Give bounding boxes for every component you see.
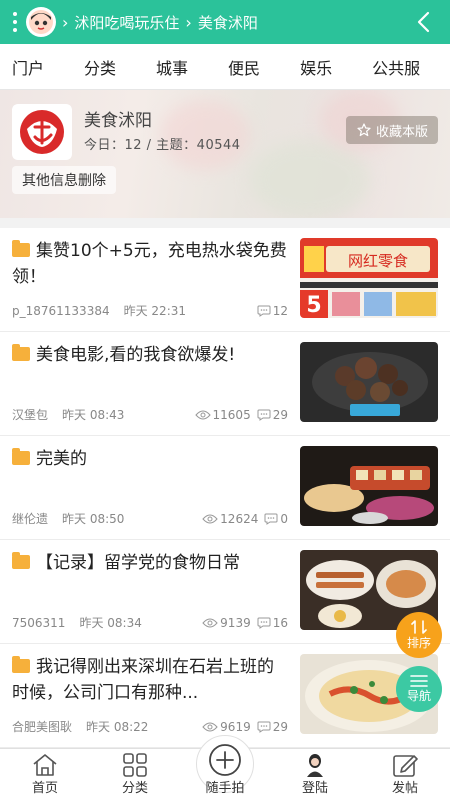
eye-icon [202, 618, 218, 627]
post-author: 7506311 [12, 615, 66, 630]
post-title[interactable]: 【记录】留学党的食物日常 [12, 550, 288, 576]
tab-public[interactable]: 公共服 [372, 55, 420, 79]
eye-icon [202, 722, 218, 731]
tab-service[interactable]: 便民 [228, 55, 260, 79]
nav-label: 登陆 [301, 781, 328, 796]
svg-text:5: 5 [306, 293, 321, 318]
post-title[interactable]: 美食电影,看的我食欲爆发! [12, 342, 288, 368]
eye-icon [194, 410, 211, 419]
nav-button[interactable]: 导航 [396, 666, 442, 712]
thumb-text: 网红零食 [348, 252, 408, 270]
post-time: 昨天 22:31 [123, 304, 187, 318]
post-thumbnail[interactable]: 网红零食 5 [300, 238, 438, 318]
eye-icon [202, 514, 218, 523]
post-author: 汉堡包 [12, 408, 49, 422]
view-count: 12624 [202, 512, 258, 526]
post-time: 昨天 08:34 [79, 616, 142, 630]
folder-icon [12, 656, 30, 673]
post-title[interactable]: 集赞10个+5元，充电热水袋免费领！ [12, 238, 288, 290]
comment-count: 29 [257, 408, 288, 422]
favorite-board-button[interactable]: 收藏本版 [345, 116, 438, 144]
comment-icon [264, 513, 278, 525]
edit-icon [393, 755, 418, 777]
post-author: 合肥美图耿 [12, 720, 73, 734]
view-count: 9139 [202, 616, 251, 630]
post-meta: 继伦遗 昨天 08:50 12624 0 [12, 510, 288, 527]
post-time: 昨天 08:50 [62, 512, 125, 526]
forum-stats: 今日：12 / 主题：40544 [84, 138, 241, 153]
folder-icon [12, 344, 30, 361]
list-item[interactable]: 完美的 继伦遗 昨天 08:50 12624 0 [0, 436, 450, 540]
post-title[interactable]: 完美的 [12, 446, 288, 472]
list-item[interactable]: 集赞10个+5元，充电热水袋免费领！ p_18761133384 昨天 22:3… [0, 228, 450, 332]
sort-icon [411, 619, 427, 634]
breadcrumb-parent[interactable]: 沭阳吃喝玩乐住 [74, 12, 179, 33]
comment-count: 0 [264, 512, 288, 526]
post-author: 继伦遗 [12, 512, 49, 526]
tab-portal[interactable]: 门户 [12, 55, 44, 79]
comment-icon [257, 617, 271, 629]
user-avatar-icon [307, 754, 323, 777]
nav-label: 发帖 [391, 781, 418, 796]
post-author: p_18761133384 [12, 303, 110, 318]
list-item[interactable]: 【记录】留学党的食物日常 7506311 昨天 08:34 9139 16 [0, 540, 450, 644]
notice-button[interactable]: 其他信息删除 [12, 166, 116, 194]
post-thumbnail[interactable] [300, 446, 438, 526]
nav-label: 随手拍 [205, 781, 245, 796]
post-meta: 合肥美图耿 昨天 08:22 9619 29 [12, 718, 288, 735]
menu-icon [410, 674, 428, 687]
breadcrumb-current: 美食沭阳 [197, 13, 258, 32]
nav-label: 分类 [121, 781, 148, 796]
post-meta: p_18761133384 昨天 22:31 12 [12, 302, 288, 319]
folder-icon [12, 240, 30, 257]
nav-item-snapshot[interactable]: 随手拍 [180, 735, 270, 800]
menu-dots-icon[interactable] [8, 12, 22, 32]
chevron-right-icon: › [185, 12, 192, 32]
nav-label: 导航 [406, 688, 431, 703]
plus-circle-icon [209, 744, 241, 776]
sort-label: 排序 [406, 635, 431, 650]
nav-item-category[interactable]: 分类 [90, 749, 180, 800]
nav-label: 首页 [31, 781, 58, 796]
nav-item-home[interactable]: 首页 [0, 749, 90, 800]
favorite-board-label: 收藏本版 [375, 124, 428, 140]
post-thumbnail[interactable] [300, 342, 438, 422]
post-meta: 汉堡包 昨天 08:43 11605 29 [12, 406, 288, 423]
comment-icon [257, 409, 271, 421]
view-count: 9619 [202, 720, 251, 734]
star-icon [357, 123, 371, 137]
comment-icon [257, 305, 271, 317]
post-time: 昨天 08:43 [62, 408, 125, 422]
site-avatar[interactable] [26, 7, 56, 37]
folder-icon [12, 448, 30, 465]
tab-category[interactable]: 分类 [84, 55, 116, 79]
comment-count: 16 [257, 616, 288, 630]
post-time: 昨天 08:22 [86, 720, 149, 734]
comment-icon [257, 721, 271, 733]
tab-city[interactable]: 城事 [156, 55, 188, 79]
list-item[interactable]: 美食电影,看的我食欲爆发! 汉堡包 昨天 08:43 11605 29 [0, 332, 450, 436]
list-item[interactable]: 我记得刚出来深圳在石岩上班的时候，公司门口有那种... 合肥美图耿 昨天 08:… [0, 644, 450, 748]
chevron-right-icon: › [62, 12, 69, 32]
nav-item-login[interactable]: 登陆 [270, 749, 360, 800]
channel-tabs: 门户 分类 城事 便民 娱乐 公共服 [0, 44, 450, 90]
top-bar: › 沭阳吃喝玩乐住 › 美食沭阳 [0, 0, 450, 44]
post-meta: 7506311 昨天 08:34 9139 16 [12, 614, 288, 631]
tab-entertainment[interactable]: 娱乐 [300, 55, 332, 79]
sort-button[interactable]: 排序 [396, 612, 442, 658]
forum-banner: 美食沭阳 今日：12 / 主题：40544 收藏本版 其他信息删除 [0, 90, 450, 218]
post-title[interactable]: 我记得刚出来深圳在石岩上班的时候，公司门口有那种... [12, 654, 288, 706]
view-count: 11605 [194, 408, 251, 422]
home-icon [33, 754, 57, 776]
comment-count: 12 [257, 304, 288, 318]
comment-count: 29 [257, 720, 288, 734]
forum-logo [12, 104, 72, 160]
folder-icon [12, 552, 30, 569]
forum-name: 美食沭阳 [84, 111, 152, 131]
back-icon[interactable] [412, 10, 436, 34]
bottom-nav: 首页 分类 随手拍 登陆 发帖 [0, 735, 450, 800]
nav-item-post[interactable]: 发帖 [360, 749, 450, 800]
grid-icon [123, 753, 147, 777]
post-list: 集赞10个+5元，充电热水袋免费领！ p_18761133384 昨天 22:3… [0, 228, 450, 748]
